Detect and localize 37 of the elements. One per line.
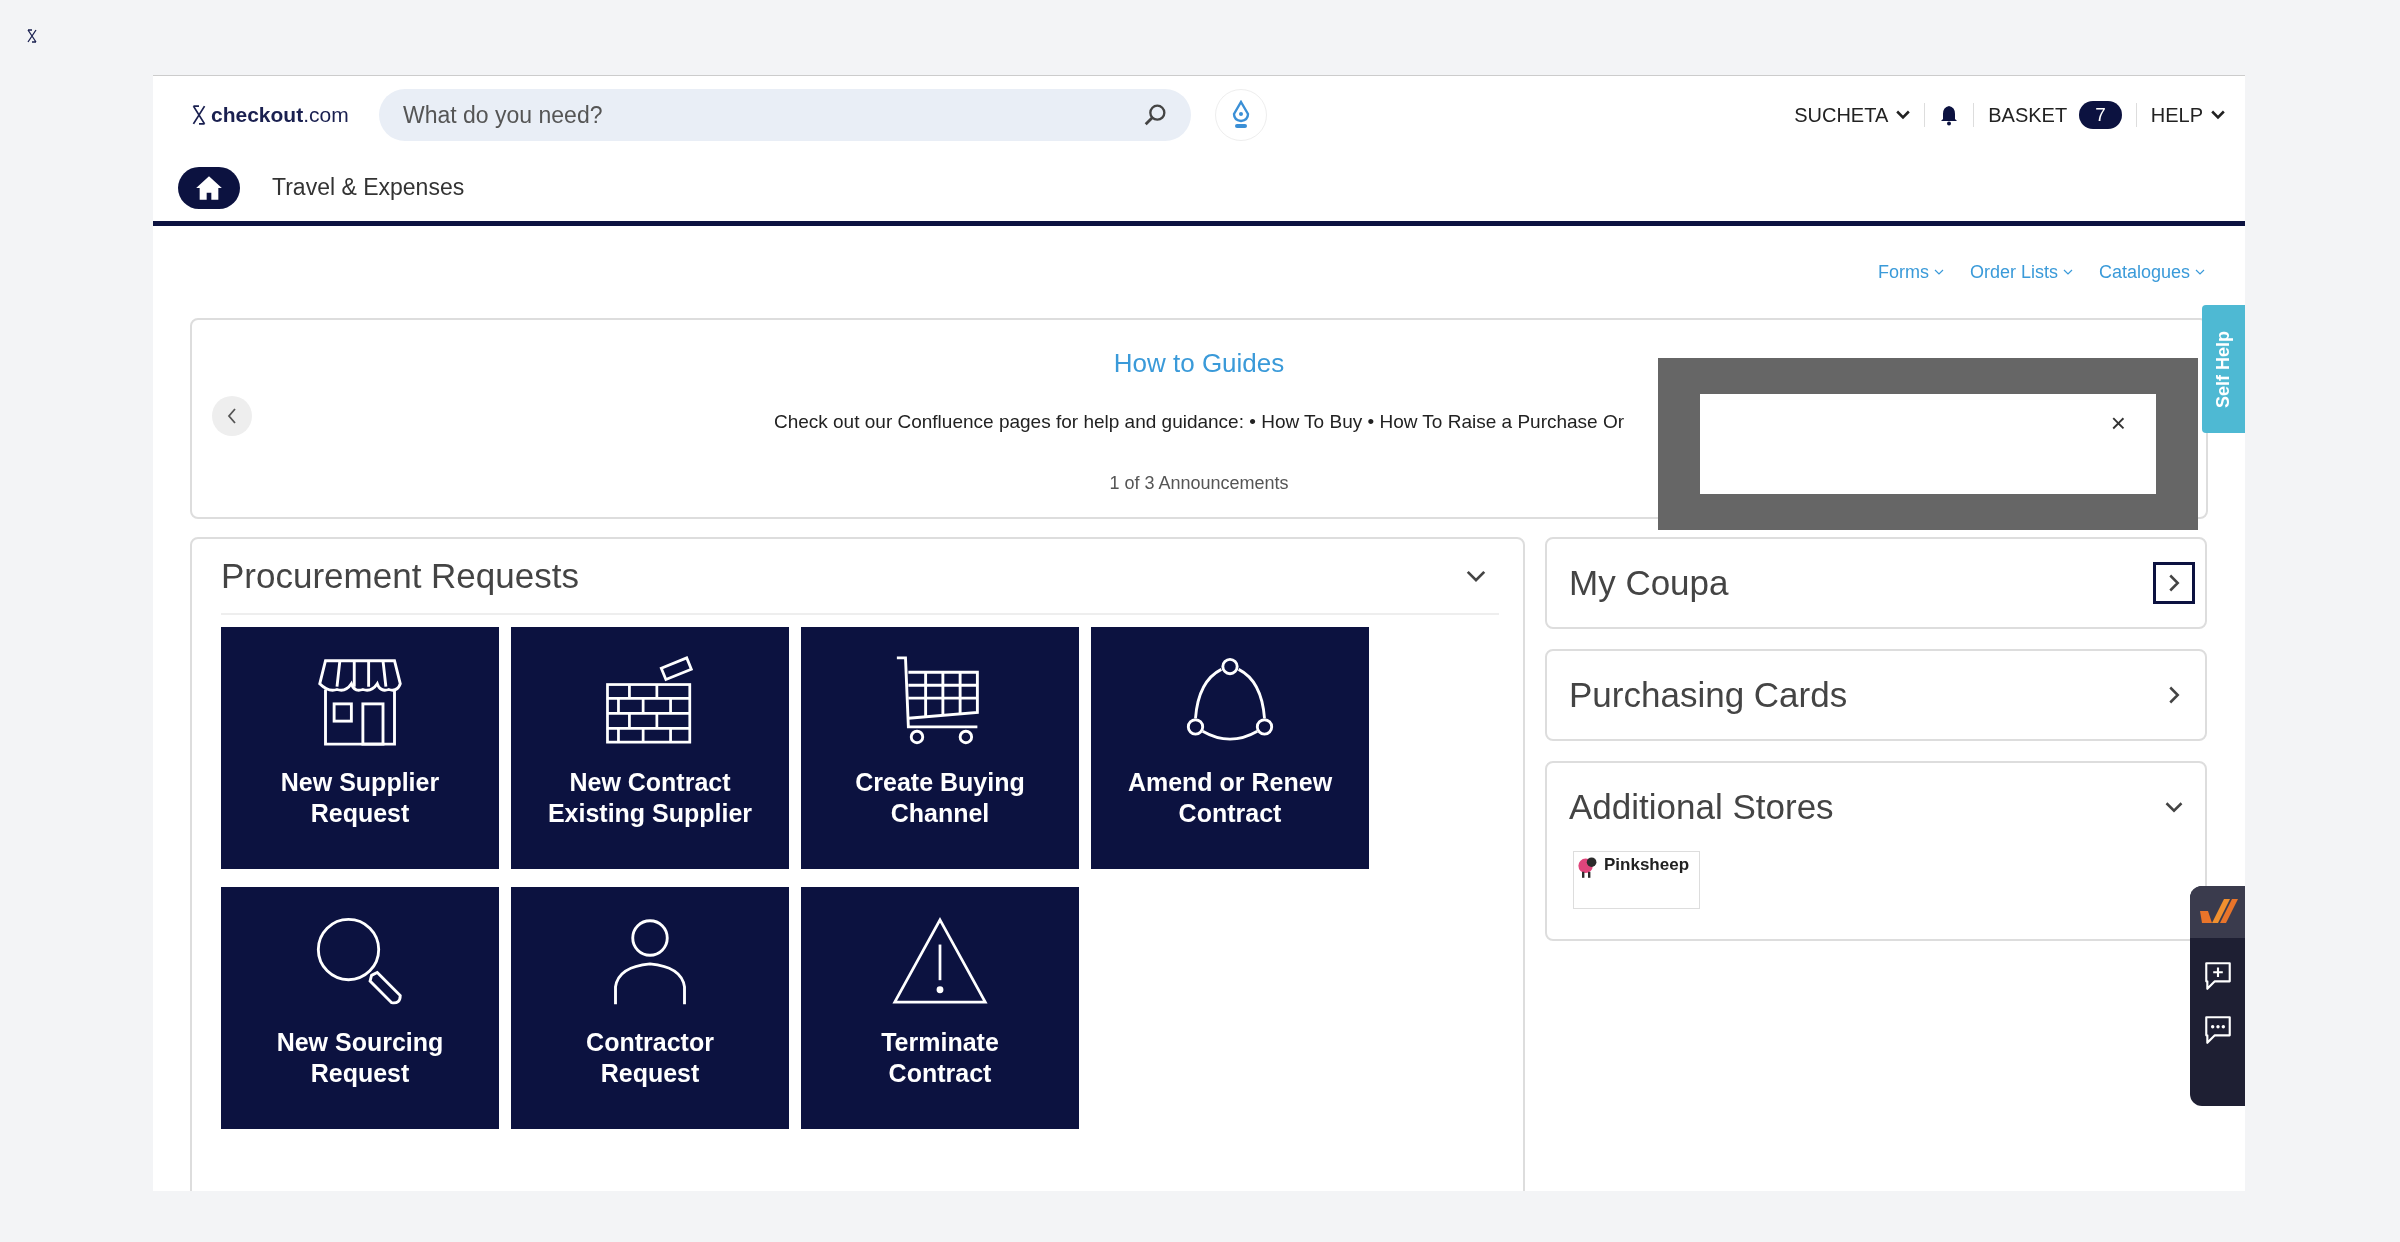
user-menu[interactable]: SUCHETA: [1794, 103, 1911, 127]
card-title: Procurement Requests: [221, 556, 579, 596]
request-tile[interactable]: Terminate Contract: [801, 887, 1079, 1129]
caret-icon: [1896, 110, 1911, 120]
chevron-left-icon: [227, 408, 237, 424]
announcement-title: How to Guides: [1113, 348, 1285, 379]
brand-logo[interactable]: checkout.com: [211, 103, 349, 127]
caret-icon: [2062, 269, 2073, 275]
home-button[interactable]: [178, 166, 240, 209]
request-tile[interactable]: Create Buying Channel: [801, 627, 1079, 869]
expand-button[interactable]: [2153, 562, 2195, 604]
store-logo[interactable]: Pinksheep: [1573, 851, 1700, 909]
close-button[interactable]: ×: [2110, 408, 2126, 439]
card-title: Additional Stores: [1569, 787, 1834, 827]
announcement-counter: 1 of 3 Announcements: [1109, 473, 1289, 494]
warning-icon: [892, 915, 988, 1007]
caret-icon: [1933, 269, 1944, 275]
caret-icon: [2211, 110, 2225, 120]
help-menu[interactable]: HELP: [2150, 103, 2225, 127]
card-title: My Coupa: [1569, 563, 1729, 603]
home-icon: [195, 174, 223, 201]
request-tile[interactable]: Contractor Request: [511, 887, 789, 1129]
caret-icon: [2195, 269, 2205, 275]
basket-link[interactable]: BASKET: [1988, 103, 2068, 127]
pen-button[interactable]: [1215, 89, 1267, 141]
nav-tab[interactable]: Travel & Expenses: [272, 174, 465, 201]
request-tile[interactable]: Amend or Renew Contract: [1091, 627, 1369, 869]
request-tile[interactable]: New Supplier Request: [221, 627, 499, 869]
search-field[interactable]: What do you need?: [379, 89, 1191, 141]
logo-icon: [191, 105, 207, 125]
request-tile[interactable]: New Sourcing Request: [221, 887, 499, 1129]
card-title: Purchasing Cards: [1569, 675, 1848, 715]
request-tile[interactable]: New Contract Existing Supplier: [511, 627, 789, 869]
basket-count: 7: [2079, 101, 2122, 129]
logo-icon: [26, 29, 38, 43]
announcement-text: Check out our Confluence pages for help and guidance: • How To Buy • How To Raise a Purchase Or: [773, 411, 1625, 433]
bell-icon[interactable]: [1939, 104, 1960, 126]
